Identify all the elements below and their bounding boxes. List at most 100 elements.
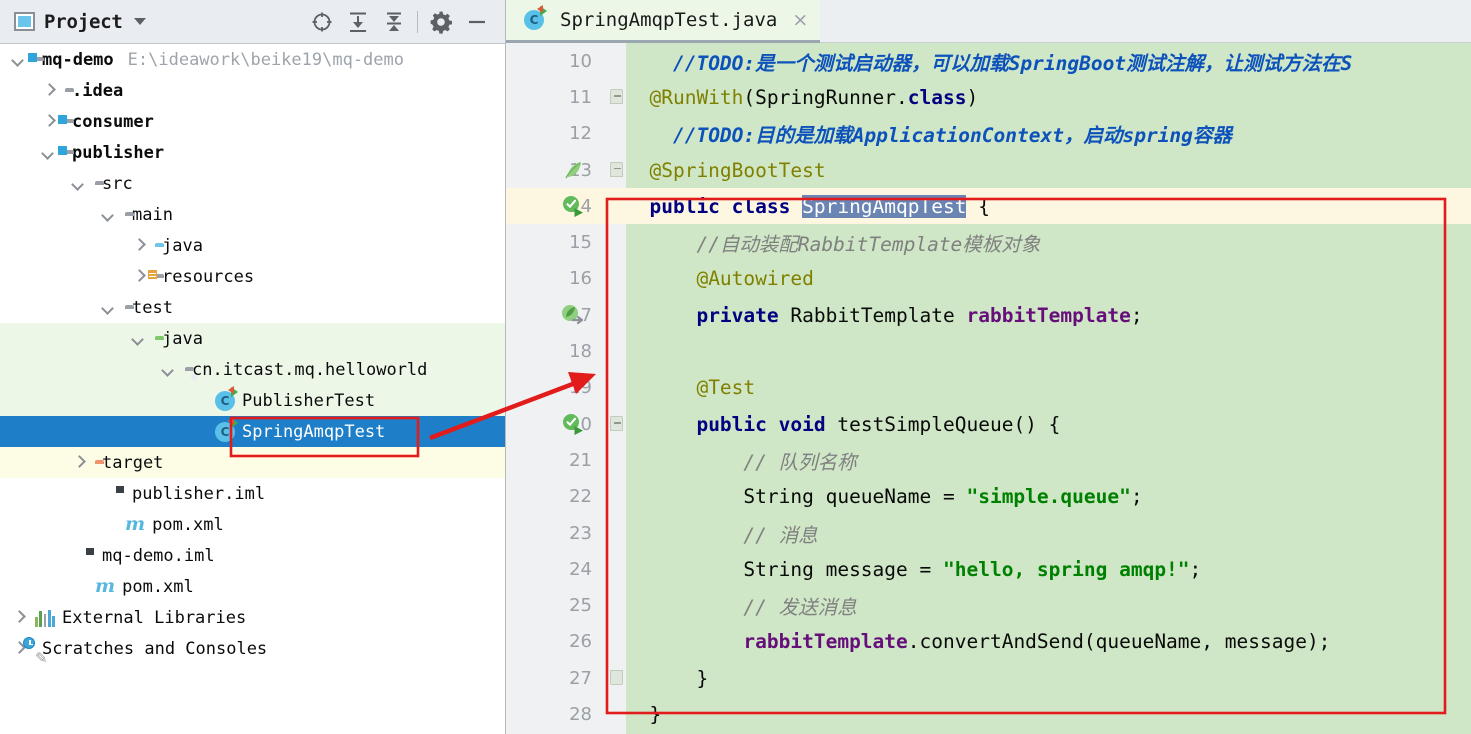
- line-number-27[interactable]: 27: [506, 660, 606, 696]
- tree-item-target[interactable]: target: [0, 447, 505, 478]
- tree-item-idea[interactable]: .idea: [0, 75, 505, 106]
- run-test-icon[interactable]: [561, 412, 585, 436]
- code-line-20[interactable]: public void testSimpleQueue() {: [626, 406, 1471, 442]
- chevron-down-icon[interactable]: [12, 53, 25, 66]
- line-number-gutter[interactable]: 10 11 12 13 14 15 16 17 18 19 20 21 22 23 24 25 26 27 28: [506, 43, 606, 734]
- code-line-19[interactable]: @Test: [626, 370, 1471, 406]
- code-line-21[interactable]: // 队列名称: [626, 442, 1471, 478]
- code-folding-strip[interactable]: [606, 43, 626, 734]
- chevron-right-icon[interactable]: [42, 84, 55, 97]
- run-test-icon[interactable]: [561, 194, 585, 218]
- code-line-15[interactable]: //自动装配RabbitTemplate模板对象: [626, 224, 1471, 260]
- code-line-10[interactable]: //TODO:是一个测试启动器，可以加载SpringBoot测试注解，让测试方法…: [626, 43, 1471, 79]
- line-number-22[interactable]: 22: [506, 479, 606, 515]
- collapse-all-icon[interactable]: [376, 6, 412, 38]
- code-editor[interactable]: 10 11 12 13 14 15 16 17 18 19 20 21 22 23 24 25 26 27 28 /…: [506, 43, 1471, 734]
- selected-text: SpringAmqpTest: [802, 194, 967, 218]
- project-title-group[interactable]: Project: [14, 11, 304, 33]
- code-line-18[interactable]: [626, 333, 1471, 369]
- code-line-22[interactable]: String queueName = "simple.queue";: [626, 479, 1471, 515]
- chevron-down-icon[interactable]: [133, 18, 146, 25]
- code-line-14[interactable]: public class SpringAmqpTest {: [626, 188, 1471, 225]
- code-line-11[interactable]: @RunWith (SpringRunner. class): [626, 79, 1471, 115]
- tree-item-publisher[interactable]: publisher: [0, 137, 505, 168]
- code-line-16[interactable]: @Autowired: [626, 261, 1471, 297]
- tree-item-scratches-and-consoles[interactable]: ✎ Scratches and Consoles: [0, 633, 505, 667]
- line-number-21[interactable]: 21: [506, 442, 606, 478]
- tree-item-pom-xml[interactable]: m pom.xml: [0, 571, 505, 602]
- line-number-18[interactable]: 18: [506, 333, 606, 369]
- tree-item-cn-itcast-mq-helloworld[interactable]: cn.itcast.mq.helloworld: [0, 354, 505, 385]
- chevron-down-icon[interactable]: [102, 208, 115, 221]
- tree-item-publishertest[interactable]: C PublisherTest: [0, 385, 505, 416]
- chevron-right-icon[interactable]: [12, 611, 25, 624]
- chevron-down-icon[interactable]: [132, 332, 145, 345]
- line-number-19[interactable]: 19: [506, 370, 606, 406]
- spring-leaf-icon[interactable]: [561, 158, 585, 182]
- code-line-28[interactable]: }: [626, 696, 1471, 732]
- code-line-17[interactable]: private RabbitTemplate rabbitTemplate;: [626, 297, 1471, 333]
- line-number-25[interactable]: 25: [506, 587, 606, 623]
- line-number-15[interactable]: 15: [506, 224, 606, 260]
- chevron-down-icon[interactable]: [42, 146, 55, 159]
- code-line-27[interactable]: }: [626, 660, 1471, 696]
- chevron-right-icon[interactable]: [132, 239, 145, 252]
- fold-slot-22: [606, 479, 626, 515]
- tree-item-consumer[interactable]: consumer: [0, 106, 505, 137]
- gear-icon[interactable]: [423, 6, 459, 38]
- code-line-12[interactable]: //TODO:目的是加载ApplicationContext，启动spring容…: [626, 116, 1471, 152]
- expand-all-icon[interactable]: [340, 6, 376, 38]
- close-icon[interactable]: ×: [792, 9, 808, 31]
- editor-tab-bar: C SpringAmqpTest.java ×: [506, 0, 1471, 43]
- line-number-24[interactable]: 24: [506, 551, 606, 587]
- chevron-down-icon[interactable]: [102, 301, 115, 314]
- line-number-13[interactable]: 13: [506, 152, 606, 188]
- tree-item-springamqptest[interactable]: C SpringAmqpTest: [0, 416, 505, 447]
- tree-item-src[interactable]: src: [0, 168, 505, 199]
- tree-item-external-libraries[interactable]: External Libraries: [0, 602, 505, 633]
- line-number-10[interactable]: 10: [506, 43, 606, 79]
- tree-item-mq-demo[interactable]: mq-demo E:\ideawork\beike19\mq-demo: [0, 44, 505, 75]
- tree-item-main[interactable]: main: [0, 199, 505, 230]
- line-number-label: 22: [569, 486, 592, 508]
- chevron-down-icon[interactable]: [72, 177, 85, 190]
- chevron-right-icon[interactable]: [42, 115, 55, 128]
- chevron-right-icon[interactable]: [132, 270, 145, 283]
- tree-item-java[interactable]: java: [0, 323, 505, 354]
- tree-item-publisher-iml[interactable]: publisher.iml: [0, 478, 505, 509]
- fold-collapse-icon[interactable]: [610, 415, 623, 431]
- locate-file-icon[interactable]: [304, 6, 340, 38]
- fold-end-icon[interactable]: [610, 670, 623, 686]
- code-content[interactable]: //TODO:是一个测试启动器，可以加载SpringBoot测试注解，让测试方法…: [626, 43, 1471, 734]
- tree-item-resources[interactable]: resources: [0, 261, 505, 292]
- line-number-12[interactable]: 12: [506, 116, 606, 152]
- editor-tab-springamqptest[interactable]: C SpringAmqpTest.java ×: [506, 0, 821, 43]
- hide-panel-icon[interactable]: [459, 6, 495, 38]
- code-token: //TODO:目的是加载ApplicationContext，启动spring容…: [672, 124, 1232, 148]
- chevron-down-icon[interactable]: [162, 363, 175, 376]
- line-number-20[interactable]: 20: [506, 406, 606, 442]
- line-number-26[interactable]: 26: [506, 624, 606, 660]
- code-line-25[interactable]: // 发送消息: [626, 587, 1471, 623]
- bean-nav-icon[interactable]: [561, 303, 585, 327]
- line-number-23[interactable]: 23: [506, 515, 606, 551]
- idea-window: Project mq-demo E:\ideawork\beike19\mq-d…: [0, 0, 1471, 734]
- line-number-14[interactable]: 14: [506, 188, 606, 225]
- code-line-24[interactable]: String message = "hello, spring amqp!";: [626, 551, 1471, 587]
- chevron-right-icon[interactable]: [72, 456, 85, 469]
- fold-collapse-icon[interactable]: [610, 89, 623, 105]
- tree-item-mq-demo-iml[interactable]: mq-demo.iml: [0, 540, 505, 571]
- line-number-16[interactable]: 16: [506, 261, 606, 297]
- fold-collapse-icon[interactable]: [610, 161, 623, 177]
- tree-item-java[interactable]: java: [0, 230, 505, 261]
- tree-item-test[interactable]: test: [0, 292, 505, 323]
- code-line-23[interactable]: // 消息: [626, 515, 1471, 551]
- project-tree[interactable]: mq-demo E:\ideawork\beike19\mq-demo .idea c…: [0, 44, 505, 734]
- line-number-17[interactable]: 17: [506, 297, 606, 333]
- tree-item-label: main: [132, 204, 173, 225]
- line-number-11[interactable]: 11: [506, 79, 606, 115]
- code-line-13[interactable]: @SpringBootTest: [626, 152, 1471, 188]
- code-line-26[interactable]: rabbitTemplate .convertAndSend(queueName,…: [626, 624, 1471, 660]
- line-number-28[interactable]: 28: [506, 696, 606, 732]
- tree-item-pom-xml[interactable]: m pom.xml: [0, 509, 505, 540]
